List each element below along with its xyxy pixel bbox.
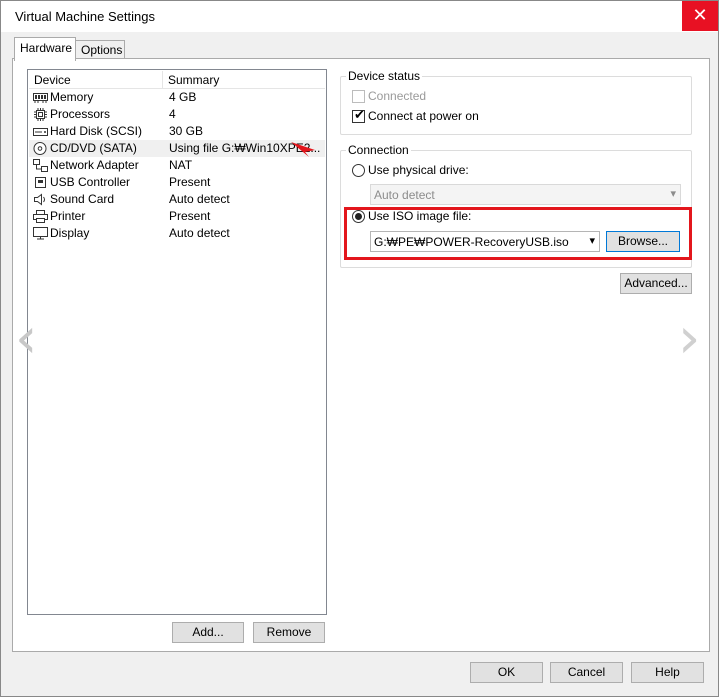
- previous-arrow-icon[interactable]: ‹: [15, 306, 37, 371]
- device-name: Processors: [50, 107, 111, 121]
- tab-hardware-label: Hardware: [20, 41, 73, 55]
- ok-button[interactable]: OK: [470, 662, 543, 683]
- column-header-device-label: Device: [34, 73, 71, 87]
- device-status-title: Device status: [346, 69, 423, 83]
- device-status-group: [340, 76, 692, 135]
- display-icon: [33, 227, 48, 240]
- connect-at-power-on-checkbox[interactable]: ✔: [352, 107, 365, 123]
- advanced-button[interactable]: Advanced...: [620, 273, 692, 294]
- add-button-label: Add...: [192, 625, 224, 639]
- device-row-cd-dvd[interactable]: CD/DVD (SATA) Using file G:₩Win10XPE2...: [29, 140, 325, 157]
- ok-button-label: OK: [497, 665, 516, 679]
- chevron-down-icon: ▾: [670, 188, 676, 200]
- browse-button-label: Browse...: [617, 234, 668, 248]
- tab-hardware[interactable]: Hardware: [14, 37, 76, 61]
- connection-title: Connection: [346, 143, 411, 157]
- device-summary: 4: [169, 107, 176, 121]
- device-name: Printer: [50, 209, 86, 223]
- processor-icon: [33, 108, 48, 121]
- use-physical-drive-radio[interactable]: [352, 164, 365, 177]
- remove-button-label: Remove: [266, 625, 312, 639]
- column-header-summary[interactable]: Summary: [163, 71, 325, 89]
- device-row-display[interactable]: Display Auto detect: [29, 225, 325, 242]
- usb-icon: [33, 176, 48, 189]
- use-physical-drive-label: Use physical drive:: [368, 163, 469, 177]
- tab-options[interactable]: Options: [75, 40, 125, 59]
- tab-options-label: Options: [81, 43, 123, 57]
- window-title: Virtual Machine Settings: [15, 9, 155, 24]
- use-iso-image-label: Use ISO image file:: [368, 209, 472, 223]
- use-iso-image-radio[interactable]: [352, 210, 365, 223]
- speaker-icon: [33, 193, 48, 206]
- device-summary: 4 GB: [169, 90, 197, 104]
- cancel-button[interactable]: Cancel: [550, 662, 623, 683]
- network-adapter-icon: [33, 159, 48, 172]
- physical-drive-select[interactable]: Auto detect ▾: [370, 184, 681, 205]
- chevron-down-icon: ▾: [589, 235, 595, 247]
- device-name: Memory: [50, 90, 94, 104]
- device-name: USB Controller: [50, 175, 131, 189]
- close-button[interactable]: ✕: [682, 1, 718, 31]
- radio-selected-dot: [355, 213, 362, 220]
- device-row-sound-card[interactable]: Sound Card Auto detect: [29, 191, 325, 208]
- device-row-usb-controller[interactable]: USB Controller Present: [29, 174, 325, 191]
- checkmark-icon: ✔: [354, 107, 365, 122]
- next-arrow-icon[interactable]: ›: [678, 306, 700, 371]
- close-icon: ✕: [692, 5, 708, 25]
- add-button[interactable]: Add...: [172, 622, 244, 643]
- remove-button[interactable]: Remove: [253, 622, 325, 643]
- device-name: Hard Disk (SCSI): [50, 124, 143, 138]
- connect-at-power-on-label: Connect at power on: [368, 109, 479, 123]
- connected-label: Connected: [368, 89, 427, 103]
- connected-checkbox[interactable]: [352, 90, 365, 103]
- memory-icon: [33, 91, 48, 104]
- device-row-memory[interactable]: Memory 4 GB: [29, 89, 325, 106]
- device-row-hard-disk[interactable]: Hard Disk (SCSI) 30 GB: [29, 123, 325, 140]
- device-summary: Present: [169, 175, 211, 189]
- device-summary: Auto detect: [169, 226, 230, 240]
- physical-drive-select-value: Auto detect: [374, 188, 435, 202]
- device-summary: Present: [169, 209, 211, 223]
- advanced-button-label: Advanced...: [624, 276, 688, 290]
- device-row-network-adapter[interactable]: Network Adapter NAT: [29, 157, 325, 174]
- device-summary: NAT: [169, 158, 193, 172]
- vm-settings-window: Virtual Machine Settings ✕ Hardware Opti…: [0, 0, 719, 697]
- device-list-header: Device Summary: [29, 71, 325, 89]
- iso-path-input[interactable]: G:₩PE₩POWER-RecoveryUSB.iso ▾: [370, 231, 600, 252]
- cd-dvd-icon: [33, 142, 48, 155]
- cancel-button-label: Cancel: [567, 665, 606, 679]
- column-header-device[interactable]: Device: [29, 71, 163, 89]
- help-button-label: Help: [655, 665, 680, 679]
- device-name: Sound Card: [50, 192, 115, 206]
- device-row-printer[interactable]: Printer Present: [29, 208, 325, 225]
- red-arrow-icon: [291, 142, 315, 157]
- device-row-processors[interactable]: Processors 4: [29, 106, 325, 123]
- help-button[interactable]: Help: [631, 662, 704, 683]
- printer-icon: [33, 210, 48, 223]
- title-bar[interactable]: Virtual Machine Settings ✕: [1, 1, 718, 32]
- device-list[interactable]: Device Summary Memory 4 GB Processors 4: [27, 69, 327, 615]
- device-name: Network Adapter: [50, 158, 139, 172]
- column-header-summary-label: Summary: [168, 73, 220, 87]
- device-name: CD/DVD (SATA): [50, 141, 137, 155]
- device-summary: Auto detect: [169, 192, 230, 206]
- iso-path-value: G:₩PE₩POWER-RecoveryUSB.iso: [374, 235, 569, 249]
- device-name: Display: [50, 226, 90, 240]
- hard-disk-icon: [33, 125, 48, 138]
- browse-button[interactable]: Browse...: [606, 231, 680, 252]
- device-summary: 30 GB: [169, 124, 204, 138]
